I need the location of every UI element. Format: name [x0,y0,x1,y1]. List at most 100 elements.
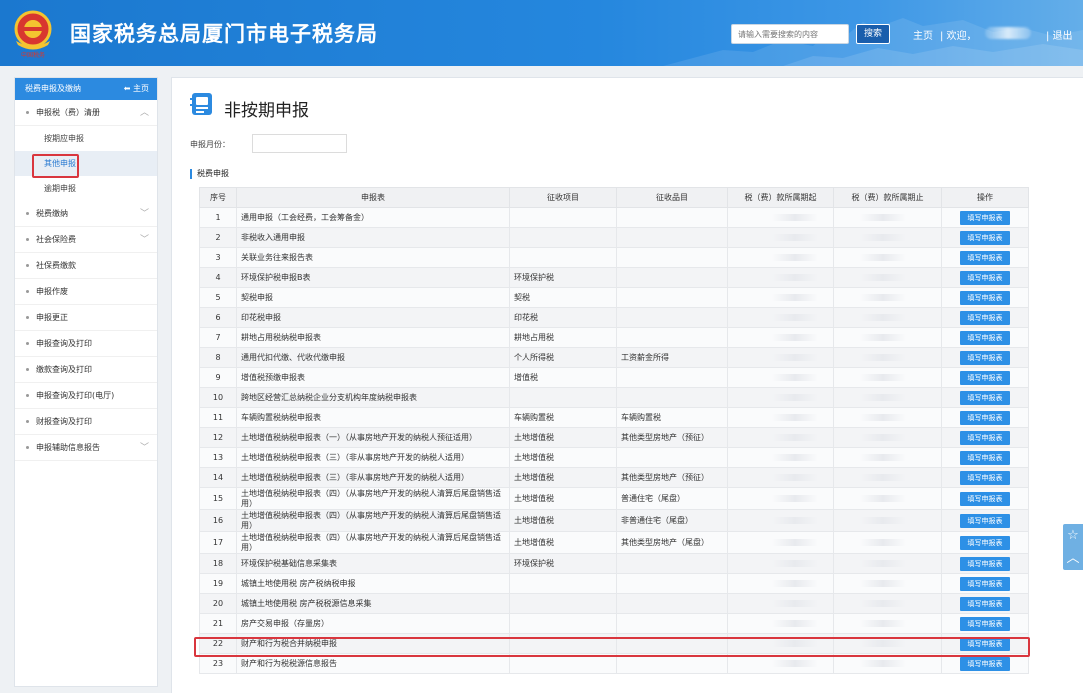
row-period-end [833,427,942,448]
row-form-name: 城镇土地使用税 房产税税源信息采集 [236,593,510,614]
row-form-name: 跨地区经营汇总纳税企业分支机构年度纳税申报表 [236,387,510,408]
row-collection-subitem [616,573,728,594]
fill-form-button[interactable]: 填写申报表 [960,290,1010,305]
row-period-start [727,531,834,554]
row-index: 9 [199,367,237,388]
main-panel: 非按期申报 申报月份： 税费申报 序号 申报表 征收项目 征收品目 税（费）款所… [171,77,1083,693]
row-collection-subitem [616,227,728,248]
chevron-up-icon: ︿ [139,108,149,118]
form-page-icon [190,93,212,115]
col-header-period-end: 税（费）款所属期止 [833,187,942,208]
sidebar-item-tax-payment[interactable]: 税费缴纳 ﹀ [15,201,157,227]
fill-form-button[interactable]: 填写申报表 [960,230,1010,245]
row-collection-subitem [616,593,728,614]
sidebar-item-social-payment[interactable]: 社保费缴款 [15,253,157,279]
row-period-start [727,509,834,532]
star-icon[interactable]: ☆ [1063,524,1083,547]
nav-logout-link[interactable]: | 退出 [1046,27,1073,42]
sidebar-item-filing-list[interactable]: 申报税（费）清册 ︿ [15,100,157,126]
fill-form-button[interactable]: 填写申报表 [960,556,1010,571]
fill-form-button[interactable]: 填写申报表 [960,250,1010,265]
row-action-cell: 填写申报表 [941,347,1029,368]
redacted-value [772,434,818,441]
sidebar-item-correct-filing[interactable]: 申报更正 [15,305,157,331]
fill-form-button[interactable]: 填写申报表 [960,430,1010,445]
fill-form-button[interactable]: 填写申报表 [960,576,1010,591]
month-input[interactable] [252,134,347,153]
row-index: 14 [199,467,237,488]
fill-form-button[interactable]: 填写申报表 [960,350,1010,365]
redacted-value [860,560,906,567]
row-collection-subitem [616,247,728,268]
fill-form-button[interactable]: 填写申报表 [960,491,1010,506]
sidebar-item-filing-query-hall[interactable]: 申报查询及打印(电厅) [15,383,157,409]
page-title: 非按期申报 [224,101,309,121]
fill-form-button[interactable]: 填写申报表 [960,535,1010,550]
row-collection-subitem: 其他类型房地产（预征） [616,467,728,488]
chevron-up-icon[interactable]: ︿ [1063,547,1083,570]
row-collection-item: 土地增值税 [509,447,617,468]
row-form-name: 通用申报（工会经费，工会筹备金） [236,207,510,228]
row-period-start [727,407,834,428]
redacted-value [860,434,906,441]
sidebar-header-title: 税费申报及缴纳 [25,84,81,93]
row-index: 19 [199,573,237,594]
row-collection-item: 土地增值税 [509,467,617,488]
fill-form-button[interactable]: 填写申报表 [960,450,1010,465]
table-row: 13 土地增值税纳税申报表（三）（非从事房地产开发的纳税人适用） 土地增值税 填写申报… [199,447,1029,468]
sidebar-item-filing-query[interactable]: 申报查询及打印 [15,331,157,357]
row-action-cell: 填写申报表 [941,509,1029,532]
row-form-name: 通用代扣代缴、代收代缴申报 [236,347,510,368]
fill-form-button[interactable]: 填写申报表 [960,616,1010,631]
redacted-value [772,580,818,587]
user-name-redacted [985,27,1031,39]
search-input[interactable] [731,24,849,44]
section-title: 税费申报 [190,169,229,179]
redacted-value [860,600,906,607]
row-index: 13 [199,447,237,468]
row-period-end [833,467,942,488]
sidebar-subitem-periodic[interactable]: 按期应申报 [15,126,157,151]
sidebar-item-financial-query[interactable]: 财报查询及打印 [15,409,157,435]
row-period-end [833,327,942,348]
row-collection-subitem [616,287,728,308]
col-header-index: 序号 [199,187,237,208]
row-form-name: 土地增值税纳税申报表（三）（非从事房地产开发的纳税人适用） [236,467,510,488]
fill-form-button[interactable]: 填写申报表 [960,270,1010,285]
row-action-cell: 填写申报表 [941,573,1029,594]
sidebar-item-void-filing[interactable]: 申报作废 [15,279,157,305]
row-collection-item [509,593,617,614]
sidebar-item-social-insurance[interactable]: 社会保险费 ﹀ [15,227,157,253]
table-row: 20 城镇土地使用税 房产税税源信息采集 填写申报表 [199,593,1029,614]
fill-form-button[interactable]: 填写申报表 [960,310,1010,325]
nav-home-link[interactable]: 主页 [913,27,933,42]
fill-form-button[interactable]: 填写申报表 [960,470,1010,485]
sidebar-home-link[interactable]: ⬅ 主页 [124,78,149,100]
sidebar-item-aux-report[interactable]: 申报辅助信息报告 ﹀ [15,435,157,461]
fill-form-button[interactable]: 填写申报表 [960,210,1010,225]
row-period-start [727,573,834,594]
redacted-value [860,517,906,524]
redacted-value [772,620,818,627]
row-form-name: 房产交易申报（存量房） [236,613,510,634]
redacted-value [860,214,906,221]
redacted-value [772,254,818,261]
fill-form-button[interactable]: 填写申报表 [960,370,1010,385]
fill-form-button[interactable]: 填写申报表 [960,390,1010,405]
row-period-start [727,447,834,468]
redacted-value [860,234,906,241]
row-action-cell: 填写申报表 [941,553,1029,574]
sidebar-item-payment-query[interactable]: 缴款查询及打印 [15,357,157,383]
search-button[interactable]: 搜索 [856,24,890,44]
fill-form-button[interactable]: 填写申报表 [960,513,1010,528]
fill-form-button[interactable]: 填写申报表 [960,656,1010,671]
bullet-icon [26,111,29,114]
fill-form-button[interactable]: 填写申报表 [960,330,1010,345]
row-period-start [727,613,834,634]
redacted-value [860,539,906,546]
fill-form-button[interactable]: 填写申报表 [960,410,1010,425]
float-toolbar: ☆ ︿ [1063,524,1083,570]
fill-form-button[interactable]: 填写申报表 [960,596,1010,611]
sidebar-subitem-overdue[interactable]: 逾期申报 [15,176,157,201]
row-period-end [833,553,942,574]
